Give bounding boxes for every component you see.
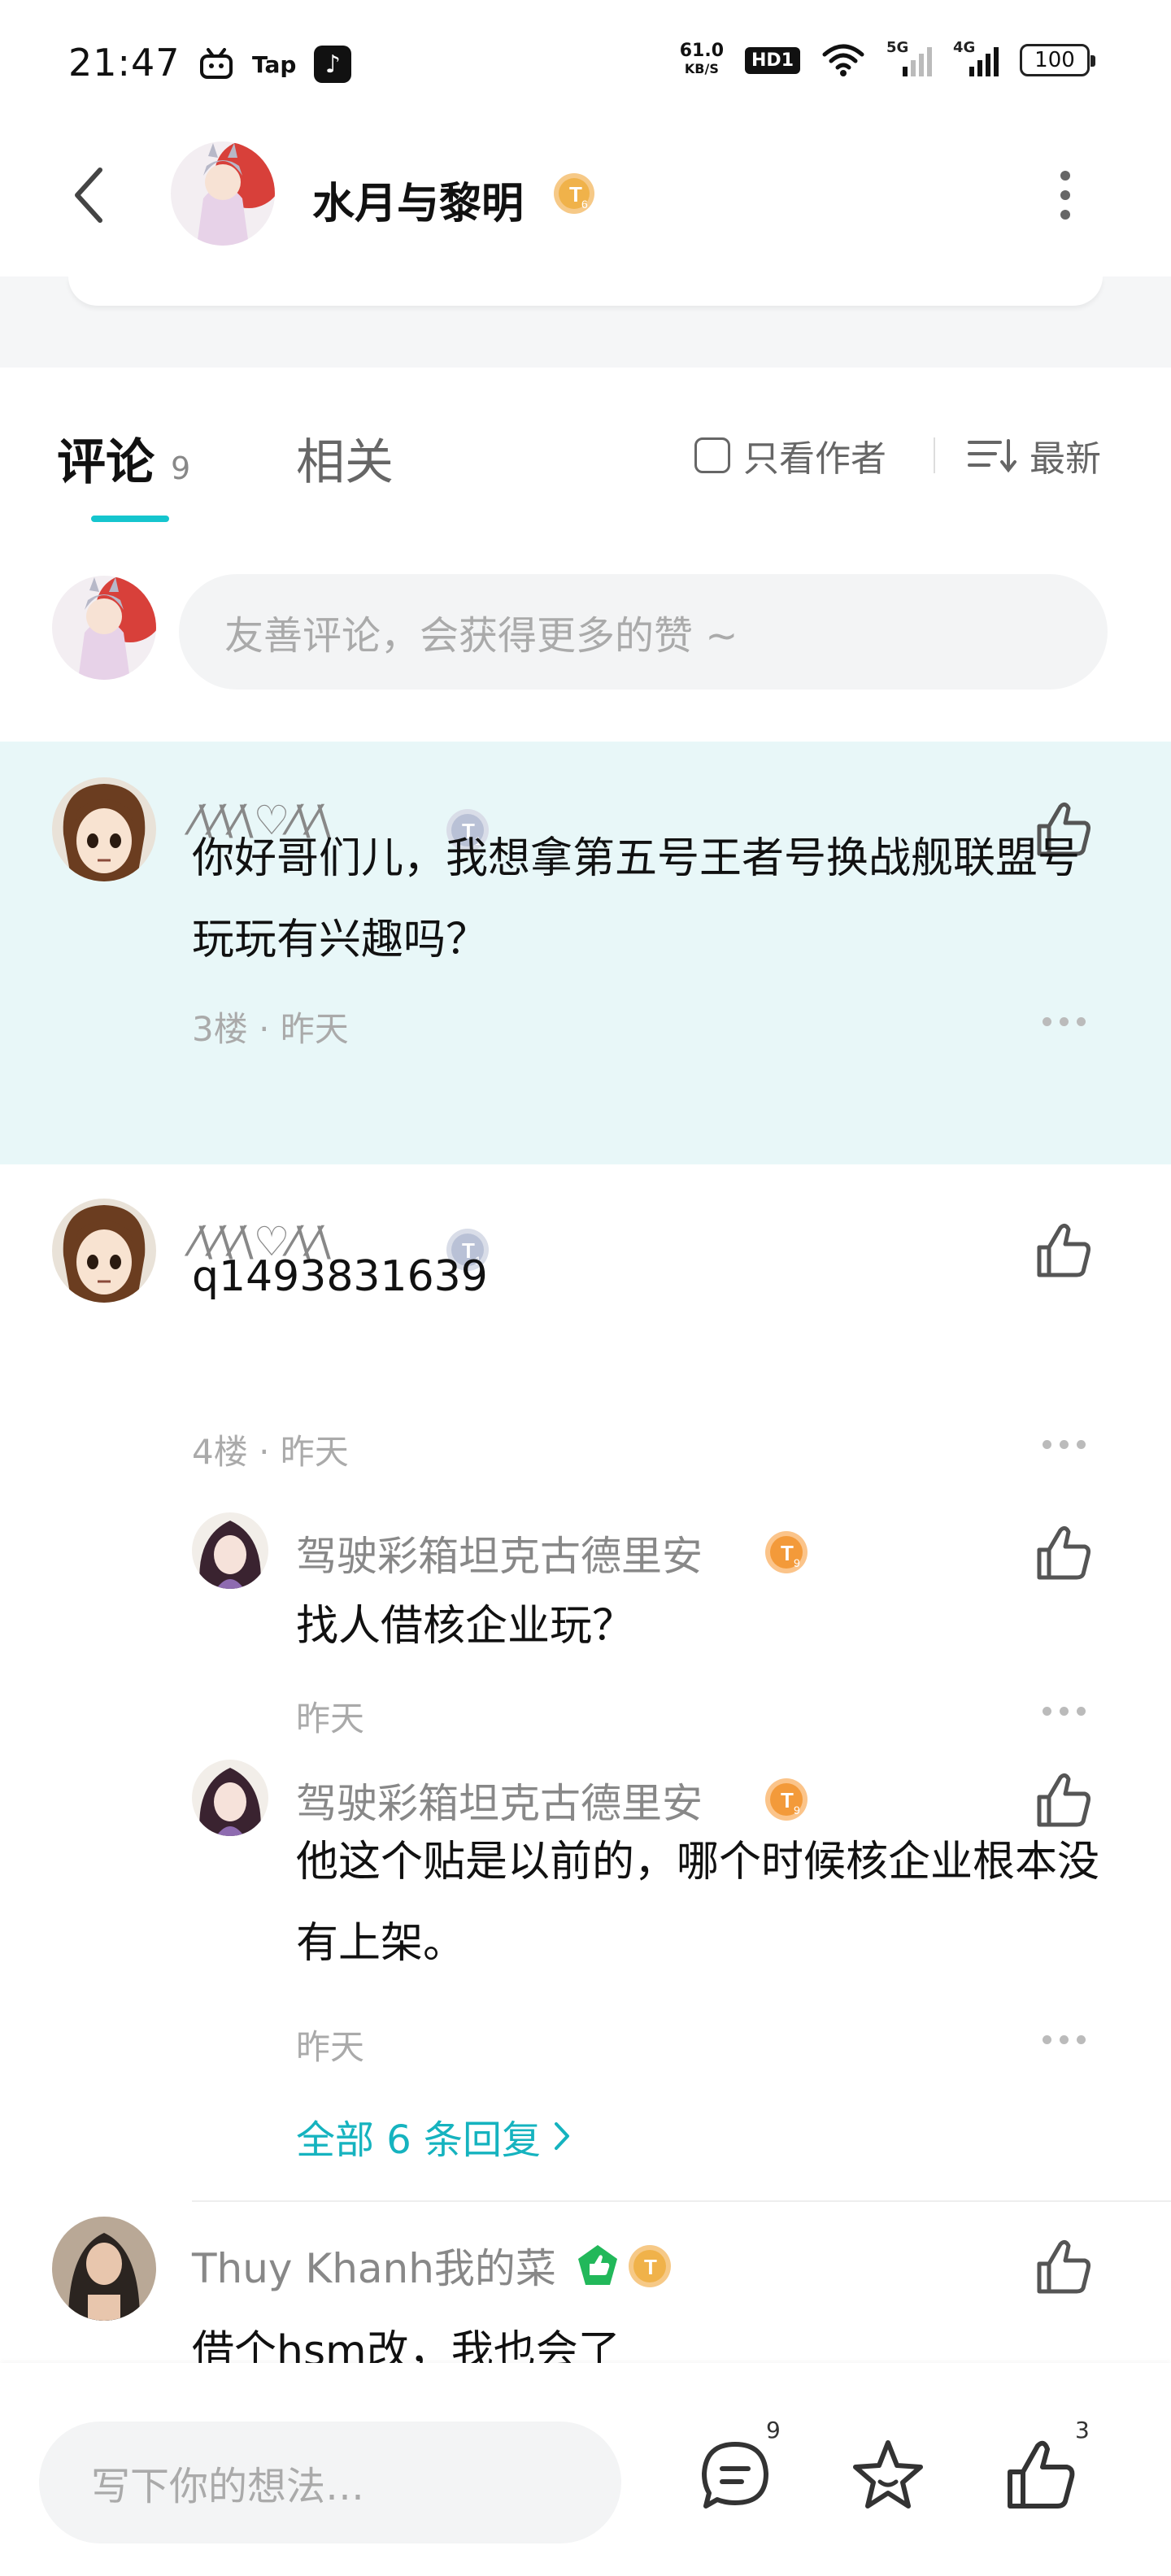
back-button[interactable]	[60, 164, 117, 226]
tiktok-icon: ♪	[314, 46, 352, 83]
comment-text: 你好哥们儿，我想拿第五号王者号换战舰联盟号玩玩有兴趣吗？	[192, 834, 1081, 964]
chevron-left-icon	[75, 168, 102, 223]
replier-avatar[interactable]	[192, 1512, 268, 1589]
section-separator	[0, 276, 1171, 368]
status-app-icons: Tap ♪	[198, 46, 352, 83]
favorite-button[interactable]	[849, 2436, 927, 2514]
level-badge-icon: T 6	[551, 171, 597, 220]
chevron-right-icon	[555, 2122, 570, 2150]
commenter-avatar[interactable]	[52, 2217, 156, 2321]
comment-tabs: 评论 9 相关 只看作者 最新	[0, 368, 1171, 530]
tab-related[interactable]: 相关	[296, 423, 394, 494]
compose-row: 友善评论，会获得更多的赞 ~	[0, 530, 1171, 740]
status-indicators: 61.0 KB/S HD1 5G 4G 100	[679, 39, 1095, 78]
thumbs-up-icon	[1037, 2239, 1090, 2294]
active-tab-indicator	[91, 516, 169, 522]
battery-icon: 100	[1020, 44, 1095, 76]
svg-text:T: T	[781, 1541, 794, 1565]
reply-item: 驾驶彩箱坦克古德里安 T 9 找人借核企业玩？ 昨天	[0, 1512, 1171, 1756]
status-time: 21:47	[68, 41, 181, 85]
verified-badge-icon	[574, 2243, 621, 2293]
divider	[934, 437, 935, 473]
comment-meta: 3楼 · 昨天	[192, 1009, 349, 1049]
like-button[interactable]	[1033, 2236, 1095, 2298]
svg-text:T: T	[781, 1788, 794, 1812]
tab-comments[interactable]: 评论 9	[57, 423, 190, 494]
view-all-replies-link[interactable]: 全部 6 条回复	[296, 2108, 570, 2165]
reply-time: 昨天	[296, 1699, 365, 1738]
like-post-button[interactable]	[1002, 2436, 1080, 2514]
write-comment-input[interactable]: 写下你的想法…	[39, 2422, 621, 2543]
network-speed: 61.0 KB/S	[679, 41, 725, 77]
checkbox-icon	[694, 437, 730, 473]
svg-text:T: T	[644, 2255, 657, 2279]
commenter-name[interactable]: Thuy Khanh我的菜	[192, 2236, 556, 2295]
star-icon	[853, 2440, 923, 2509]
wifi-icon	[822, 44, 864, 76]
reply-item: 驾驶彩箱坦克古德里安 T 9 他这个贴是以前的，哪个时候核企业根本没有上架。 昨…	[0, 1760, 1171, 2085]
level-badge-icon: T 9	[763, 1529, 810, 1579]
bilibili-icon	[200, 48, 233, 79]
replier-avatar[interactable]	[192, 1760, 268, 1836]
commenter-avatar[interactable]	[52, 777, 156, 881]
replier-name[interactable]: 驾驶彩箱坦克古德里安	[296, 1524, 703, 1582]
reply-text: 找人借核企业玩？	[296, 1602, 635, 1651]
status-bar: 21:47 Tap ♪ 61.0 KB/S HD1 5G 4G 100	[0, 0, 1171, 122]
comment-input[interactable]: 友善评论，会获得更多的赞 ~	[179, 574, 1108, 690]
like-button[interactable]	[1033, 1522, 1095, 1584]
level-badge-icon: T	[626, 2243, 673, 2293]
comment-more-icon[interactable]	[1043, 1436, 1088, 1452]
author-only-toggle[interactable]: 只看作者	[694, 429, 886, 481]
signal-5g-icon: 5G	[886, 39, 932, 78]
like-count: 3	[1075, 2417, 1090, 2443]
svg-text:6: 6	[581, 198, 588, 211]
comments-count: 9	[171, 450, 191, 486]
commenter-avatar[interactable]	[52, 1199, 156, 1303]
author-name[interactable]: 水月与黎明	[312, 169, 524, 230]
svg-text:T: T	[569, 182, 582, 207]
more-options-button[interactable]	[1041, 164, 1090, 226]
comment-more-icon[interactable]	[1043, 1013, 1088, 1029]
thumbs-up-icon	[1008, 2440, 1075, 2509]
reply-text: 他这个贴是以前的，哪个时候核企业根本没有上架。	[296, 1838, 1100, 1968]
comment-button[interactable]	[696, 2436, 774, 2514]
comment-meta: 4楼 · 昨天	[192, 1432, 349, 1472]
comment-item: Thuy Khanh我的菜 T 借个hsm改，我也会了	[0, 2202, 1171, 2363]
sort-button[interactable]: 最新	[968, 429, 1101, 481]
reply-more-icon[interactable]	[1043, 2031, 1088, 2047]
comment-count: 9	[766, 2417, 781, 2443]
current-user-avatar	[52, 576, 156, 680]
comment-text: 借个hsm改，我也会了	[192, 2327, 620, 2363]
bottom-action-bar: 写下你的想法… 9 3	[0, 2363, 1171, 2576]
comment-item: ⁄\⁄\⁄\♡⁄\⁄\ T 1 你好哥们儿，我想拿第五号王者号换战舰联盟号玩玩有…	[0, 742, 1171, 1164]
hd-indicator: HD1	[745, 46, 800, 74]
signal-4g-icon: 4G	[953, 39, 999, 78]
svg-text:9: 9	[794, 1556, 800, 1569]
author-avatar[interactable]	[171, 141, 275, 246]
reply-time: 昨天	[296, 2027, 365, 2067]
sort-icon	[968, 439, 1016, 473]
taptap-icon: Tap	[252, 50, 297, 78]
reply-more-icon[interactable]	[1043, 1703, 1088, 1719]
comment-bubble-icon	[702, 2442, 768, 2509]
level-badge-icon: T 9	[763, 1776, 810, 1826]
comment-text: q1493831639	[192, 1252, 488, 1301]
thumbs-up-icon	[1037, 1525, 1090, 1580]
svg-text:9: 9	[794, 1804, 800, 1817]
post-header: 水月与黎明 T 6	[0, 130, 1171, 260]
